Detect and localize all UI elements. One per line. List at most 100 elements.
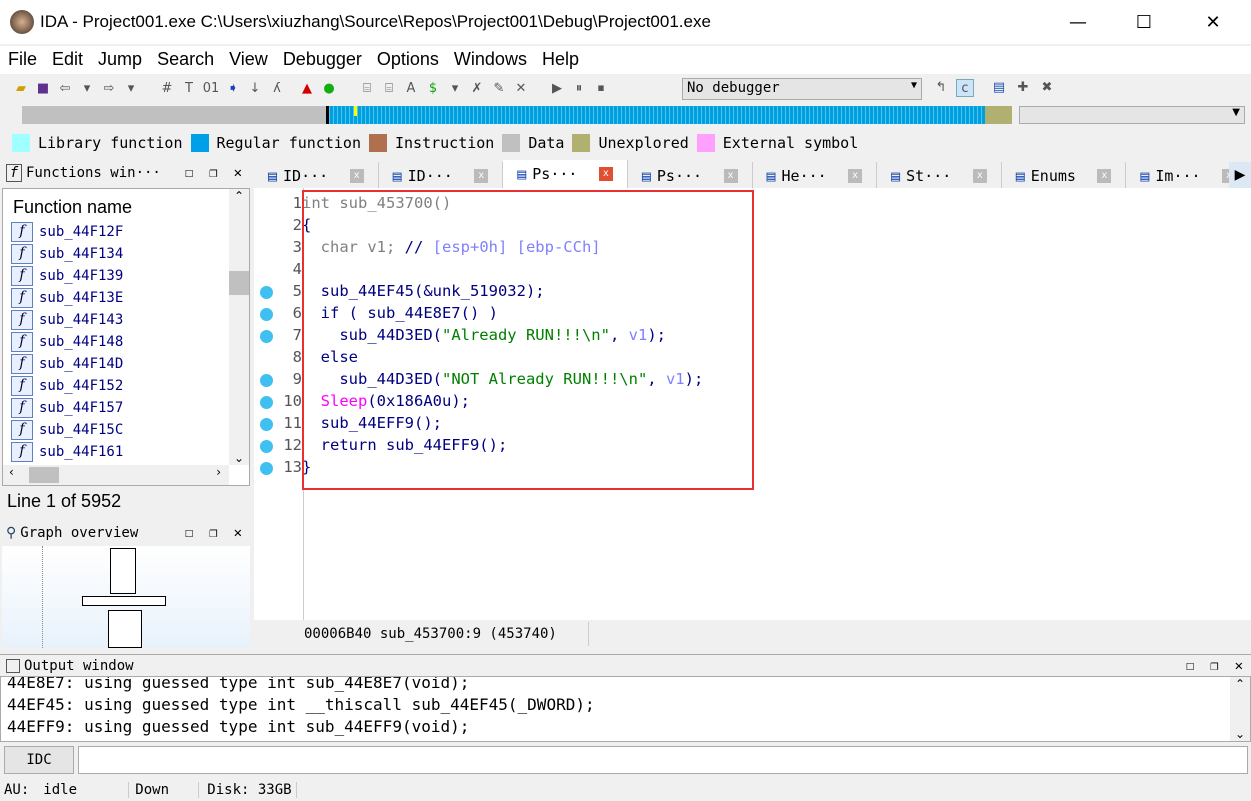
close-button[interactable]: ✕ xyxy=(1190,0,1236,44)
scroll-down-icon[interactable]: ⌄ xyxy=(1230,727,1250,741)
graph-node[interactable] xyxy=(82,596,166,606)
tab-close-icon[interactable]: x xyxy=(723,169,738,183)
search-binary-icon[interactable]: 01 xyxy=(202,80,220,98)
function-list-item[interactable]: f sub_44F134 xyxy=(3,243,249,265)
rename-icon[interactable]: ✎ xyxy=(490,80,508,98)
tab-5[interactable]: ▤ St··· x xyxy=(877,162,1002,190)
tab-3[interactable]: ▤ Ps··· x xyxy=(627,162,753,190)
tab-close-icon[interactable]: x xyxy=(598,167,613,181)
pause-icon[interactable]: ⏸ xyxy=(570,80,588,98)
list-icon[interactable]: ▤ xyxy=(990,79,1008,97)
plugin-icon[interactable]: ✚ xyxy=(1014,79,1032,97)
start-icon[interactable]: ▶ xyxy=(548,80,566,98)
breakpoint-dot-icon[interactable] xyxy=(260,308,273,321)
forward-icon[interactable]: ⇨ xyxy=(100,80,118,98)
breakpoint-dot-icon[interactable] xyxy=(260,396,273,409)
search-text-icon[interactable]: T xyxy=(180,80,198,98)
menu-file[interactable]: File xyxy=(0,46,44,74)
breakpoint-dot-icon[interactable] xyxy=(260,330,273,343)
data-icon[interactable]: ⌸ xyxy=(380,80,398,98)
minimize-button[interactable]: — xyxy=(1055,0,1101,44)
breakpoint-dot-icon[interactable] xyxy=(260,418,273,431)
undefine-icon[interactable]: ✗ xyxy=(468,80,486,98)
function-list-item[interactable]: f sub_44F148 xyxy=(3,331,249,353)
add-struct-icon[interactable]: $ xyxy=(424,80,442,98)
restore-icon[interactable]: ☐ xyxy=(177,525,201,541)
function-list-item[interactable]: f sub_44F12F xyxy=(3,221,249,243)
function-list-item[interactable]: f sub_44F14D xyxy=(3,353,249,375)
vertical-scrollbar[interactable]: ⌃ ⌄ xyxy=(229,189,249,465)
breakpoint-dot-icon[interactable] xyxy=(260,286,273,299)
menu-debugger[interactable]: Debugger xyxy=(275,46,369,74)
scroll-up-icon[interactable]: ⌃ xyxy=(229,189,249,203)
close-icon[interactable]: ✕ xyxy=(1227,658,1251,674)
close-icon[interactable]: ✕ xyxy=(226,525,250,541)
float-icon[interactable]: ❐ xyxy=(201,165,225,181)
maximize-button[interactable]: ☐ xyxy=(1121,0,1167,44)
tab-1[interactable]: ▤ ID··· x xyxy=(378,162,504,190)
breakpoint-dot-icon[interactable] xyxy=(260,462,273,475)
breakpoint-dot-icon[interactable] xyxy=(260,374,273,387)
tab-0[interactable]: ▤ ID··· x xyxy=(254,162,379,190)
close-icon[interactable]: ✕ xyxy=(226,165,250,181)
restore-icon[interactable]: ☐ xyxy=(177,165,201,181)
segment-select[interactable]: ▼ xyxy=(1019,106,1245,124)
dropdown-icon[interactable]: ▾ xyxy=(446,80,464,98)
code-icon[interactable]: ⌸ xyxy=(358,80,376,98)
function-list-item[interactable]: f sub_44F152 xyxy=(3,375,249,397)
scroll-right-icon[interactable]: › xyxy=(216,465,221,479)
function-list-item[interactable]: f sub_44F157 xyxy=(3,397,249,419)
scroll-down-icon[interactable]: ⌄ xyxy=(229,451,249,465)
back-dropdown-icon[interactable]: ▾ xyxy=(78,80,96,98)
scroll-thumb[interactable] xyxy=(229,271,249,295)
pseudocode-toggle-icon[interactable]: c xyxy=(956,79,974,97)
menu-edit[interactable]: Edit xyxy=(44,46,90,74)
jump-icon[interactable]: ➧ xyxy=(224,80,242,98)
search-code-icon[interactable]: # xyxy=(158,80,176,98)
tab-close-icon[interactable]: x xyxy=(848,169,863,183)
tab-6[interactable]: ▤ Enums x xyxy=(1001,162,1127,190)
string-icon[interactable]: A xyxy=(402,80,420,98)
tab-close-icon[interactable]: x xyxy=(972,169,987,183)
tab-close-icon[interactable]: x xyxy=(1097,169,1112,183)
float-icon[interactable]: ❐ xyxy=(201,525,225,541)
restore-icon[interactable]: ☐ xyxy=(1178,658,1202,674)
debugger-select[interactable]: No debugger ▼ xyxy=(682,78,922,100)
output-scrollbar[interactable]: ⌃ ⌄ xyxy=(1230,677,1250,741)
column-header-function-name[interactable]: Function name xyxy=(3,189,249,221)
plugin-remove-icon[interactable]: ✖ xyxy=(1038,79,1056,97)
graph-overview-canvas[interactable] xyxy=(2,546,250,648)
stop-icon[interactable]: ⏹ xyxy=(592,80,610,98)
delete-icon[interactable]: ✕ xyxy=(512,80,530,98)
tab-2[interactable]: ▤ Ps··· x xyxy=(503,160,628,188)
float-icon[interactable]: ❐ xyxy=(1202,658,1226,674)
function-list-item[interactable]: f sub_44F143 xyxy=(3,309,249,331)
back-icon[interactable]: ⇦ xyxy=(56,80,74,98)
idc-command-input[interactable] xyxy=(78,746,1248,774)
menu-view[interactable]: View xyxy=(221,46,275,74)
xref-icon[interactable]: ʎ xyxy=(268,80,286,98)
output-log[interactable]: 44E8E7: using guessed type int sub_44E8E… xyxy=(0,676,1251,742)
open-icon[interactable]: ▰ xyxy=(12,80,30,98)
tab-close-icon[interactable]: x xyxy=(349,169,364,183)
run-green-icon[interactable]: ● xyxy=(320,80,338,98)
save-icon[interactable]: ■ xyxy=(34,80,52,98)
menu-help[interactable]: Help xyxy=(534,46,586,74)
trace-icon[interactable]: ↰ xyxy=(932,79,950,97)
graph-node[interactable] xyxy=(108,610,142,648)
breakpoint-icon[interactable]: ▲ xyxy=(298,80,316,98)
horizontal-scrollbar[interactable]: ‹ › xyxy=(3,465,229,485)
down-icon[interactable]: ↓ xyxy=(246,80,264,98)
tab-4[interactable]: ▤ He··· x xyxy=(752,162,878,190)
tab-close-icon[interactable]: x xyxy=(474,169,489,183)
graph-node[interactable] xyxy=(110,548,136,594)
menu-search[interactable]: Search xyxy=(149,46,221,74)
menu-options[interactable]: Options xyxy=(369,46,446,74)
menu-jump[interactable]: Jump xyxy=(90,46,149,74)
function-list-item[interactable]: f sub_44F15C xyxy=(3,419,249,441)
pseudocode-view[interactable]: 1 int sub_453700() 2{3 char v1; // [esp+0h… xyxy=(254,188,1251,646)
function-list-item[interactable]: f sub_44F13E xyxy=(3,287,249,309)
function-list-item[interactable]: f sub_44F161 xyxy=(3,441,249,463)
scroll-up-icon[interactable]: ⌃ xyxy=(1230,677,1250,691)
breakpoint-dot-icon[interactable] xyxy=(260,440,273,453)
